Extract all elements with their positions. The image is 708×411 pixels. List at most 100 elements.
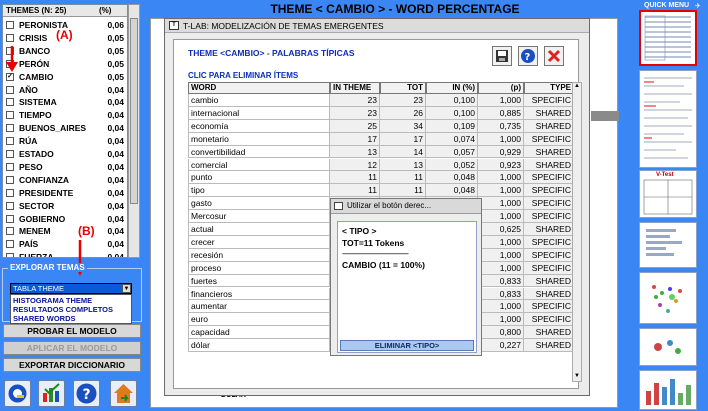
table-cell[interactable]: SPECIFIC <box>524 300 574 314</box>
table-cell[interactable]: 1,000 <box>478 94 524 107</box>
table-cell[interactable]: economía <box>188 119 330 133</box>
table-row[interactable]: punto 11 11 0,048 1,000 SPECIFIC <box>188 171 574 185</box>
table-cell[interactable]: monetario <box>188 132 330 146</box>
table-cell[interactable]: SHARED <box>524 326 574 340</box>
table-cell[interactable]: 1,000 <box>478 248 524 262</box>
thumb-chart[interactable] <box>639 370 697 410</box>
table-cell[interactable]: SPECIFIC <box>524 132 574 146</box>
table-cell[interactable]: SHARED <box>524 274 574 288</box>
table-cell[interactable]: capacidad <box>188 326 330 340</box>
scroll-up-icon[interactable]: ▲ <box>573 83 581 91</box>
table-cell[interactable]: tipo <box>188 184 330 198</box>
table-cell[interactable]: 0,735 <box>478 119 524 133</box>
table-cell[interactable]: comercial <box>188 158 330 172</box>
table-cell[interactable]: SHARED <box>524 339 574 352</box>
chevron-down-icon[interactable]: ▼ <box>122 284 131 293</box>
dropdown-list[interactable]: HISTOGRAMA THEME RESULTADOS COMPLETOS SH… <box>10 294 132 324</box>
table-cell[interactable]: SPECIFIC <box>524 313 574 327</box>
table-row[interactable]: monetario 17 17 0,074 1,000 SPECIFIC <box>188 132 574 146</box>
thumb-list[interactable] <box>639 70 697 168</box>
table-cell[interactable]: 0,833 <box>478 274 524 288</box>
table-cell[interactable]: 1,000 <box>478 132 524 146</box>
table-cell[interactable]: SPECIFIC <box>524 171 574 185</box>
table-cell[interactable]: 23 <box>330 106 380 120</box>
table-cell[interactable]: 1,000 <box>478 313 524 327</box>
table-cell[interactable]: 0,227 <box>478 339 524 352</box>
table-row[interactable]: tipo 11 11 0,048 1,000 SPECIFIC <box>188 184 574 198</box>
table-cell[interactable]: fuertes <box>188 274 330 288</box>
table-cell[interactable]: convertibilidad <box>188 145 330 159</box>
chart-check-button[interactable] <box>38 380 65 407</box>
table-cell[interactable]: SHARED <box>524 119 574 133</box>
table-cell[interactable]: proceso <box>188 261 330 275</box>
col-header-type[interactable]: TYPE <box>524 82 574 94</box>
table-cell[interactable]: 0,074 <box>426 132 478 146</box>
dropdown-option-shared[interactable]: SHARED WORDS <box>13 314 76 323</box>
table-cell[interactable]: 12 <box>330 158 380 172</box>
table-cell[interactable]: cambio <box>188 94 330 107</box>
table-cell[interactable]: 1,000 <box>478 197 524 211</box>
close-button[interactable] <box>544 46 564 66</box>
table-cell[interactable]: 23 <box>380 94 426 107</box>
eliminar-tipo-button[interactable]: ELIMINAR <TIPO> <box>340 340 474 351</box>
table-cell[interactable]: 11 <box>380 171 426 185</box>
table-cell[interactable]: 11 <box>330 184 380 198</box>
table-cell[interactable]: 0,923 <box>478 158 524 172</box>
pin-icon[interactable]: ✈ <box>695 2 701 10</box>
col-header-p[interactable]: (p) <box>478 82 524 94</box>
table-scrollbar[interactable]: ▲ ▼ <box>572 82 582 382</box>
home-button[interactable] <box>110 380 137 407</box>
table-cell[interactable]: 1,000 <box>478 210 524 223</box>
table-cell[interactable]: 13 <box>330 145 380 159</box>
table-cell[interactable]: 17 <box>330 132 380 146</box>
table-cell[interactable]: 17 <box>380 132 426 146</box>
table-cell[interactable]: SHARED <box>524 158 574 172</box>
table-cell[interactable]: 34 <box>380 119 426 133</box>
table-cell[interactable]: 0,109 <box>426 119 478 133</box>
col-header-word[interactable]: WORD <box>188 82 330 94</box>
table-cell[interactable]: 0,100 <box>426 106 478 120</box>
table-cell[interactable]: SHARED <box>524 106 574 120</box>
window-titlebar[interactable]: T T-LAB: MODELIZACIÓN DE TEMAS EMERGENTE… <box>165 19 589 33</box>
table-cell[interactable]: punto <box>188 171 330 185</box>
table-cell[interactable]: 0,929 <box>478 145 524 159</box>
table-cell[interactable]: 1,000 <box>478 171 524 185</box>
aplicar-modelo-button[interactable]: APLICAR EL MODELO <box>3 341 141 355</box>
table-cell[interactable]: 1,000 <box>478 300 524 314</box>
thumb-vtest[interactable]: V-Test <box>639 170 697 218</box>
table-cell[interactable]: 1,000 <box>478 235 524 249</box>
help-button-window[interactable]: ? <box>518 46 538 66</box>
dropdown-option-resultados[interactable]: RESULTADOS COMPLETOS <box>13 305 113 314</box>
table-cell[interactable]: SPECIFIC <box>524 261 574 275</box>
col-header-tot[interactable]: TOT <box>380 82 426 94</box>
quick-button[interactable] <box>4 380 31 407</box>
thumb-scatter[interactable] <box>639 272 697 324</box>
table-cell[interactable]: recesión <box>188 248 330 262</box>
table-cell[interactable]: internacional <box>188 106 330 120</box>
table-cell[interactable]: 0,100 <box>426 94 478 107</box>
table-cell[interactable]: 26 <box>380 106 426 120</box>
table-cell[interactable]: 0,885 <box>478 106 524 120</box>
col-header-in-pct[interactable]: IN (%) <box>426 82 478 94</box>
table-cell[interactable]: 0,052 <box>426 158 478 172</box>
table-cell[interactable]: 0,057 <box>426 145 478 159</box>
table-cell[interactable]: SPECIFIC <box>524 184 574 198</box>
table-cell[interactable]: 23 <box>330 94 380 107</box>
table-row[interactable]: cambio 23 23 0,100 1,000 SPECIFIC <box>188 94 574 107</box>
probar-modelo-button[interactable]: PROBAR EL MODELO <box>3 324 141 338</box>
thumb-bars[interactable] <box>639 222 697 268</box>
table-cell[interactable]: 1,000 <box>478 184 524 198</box>
table-cell[interactable]: 0,048 <box>426 184 478 198</box>
table-cell[interactable]: SPECIFIC <box>524 94 574 107</box>
table-row[interactable]: convertibilidad 13 14 0,057 0,929 SHARED <box>188 145 574 159</box>
table-cell[interactable]: SHARED <box>524 287 574 301</box>
table-cell[interactable]: SHARED <box>524 223 574 236</box>
table-row[interactable]: comercial 12 13 0,052 0,923 SHARED <box>188 158 574 172</box>
table-cell[interactable]: 25 <box>330 119 380 133</box>
table-cell[interactable]: aumentar <box>188 300 330 314</box>
table-cell[interactable]: actual <box>188 223 330 236</box>
explore-dropdown[interactable]: TABLA THEME <box>10 283 132 294</box>
table-cell[interactable]: 14 <box>380 145 426 159</box>
table-cell[interactable]: SPECIFIC <box>524 197 574 211</box>
col-header-in-theme[interactable]: IN THEME <box>330 82 380 94</box>
